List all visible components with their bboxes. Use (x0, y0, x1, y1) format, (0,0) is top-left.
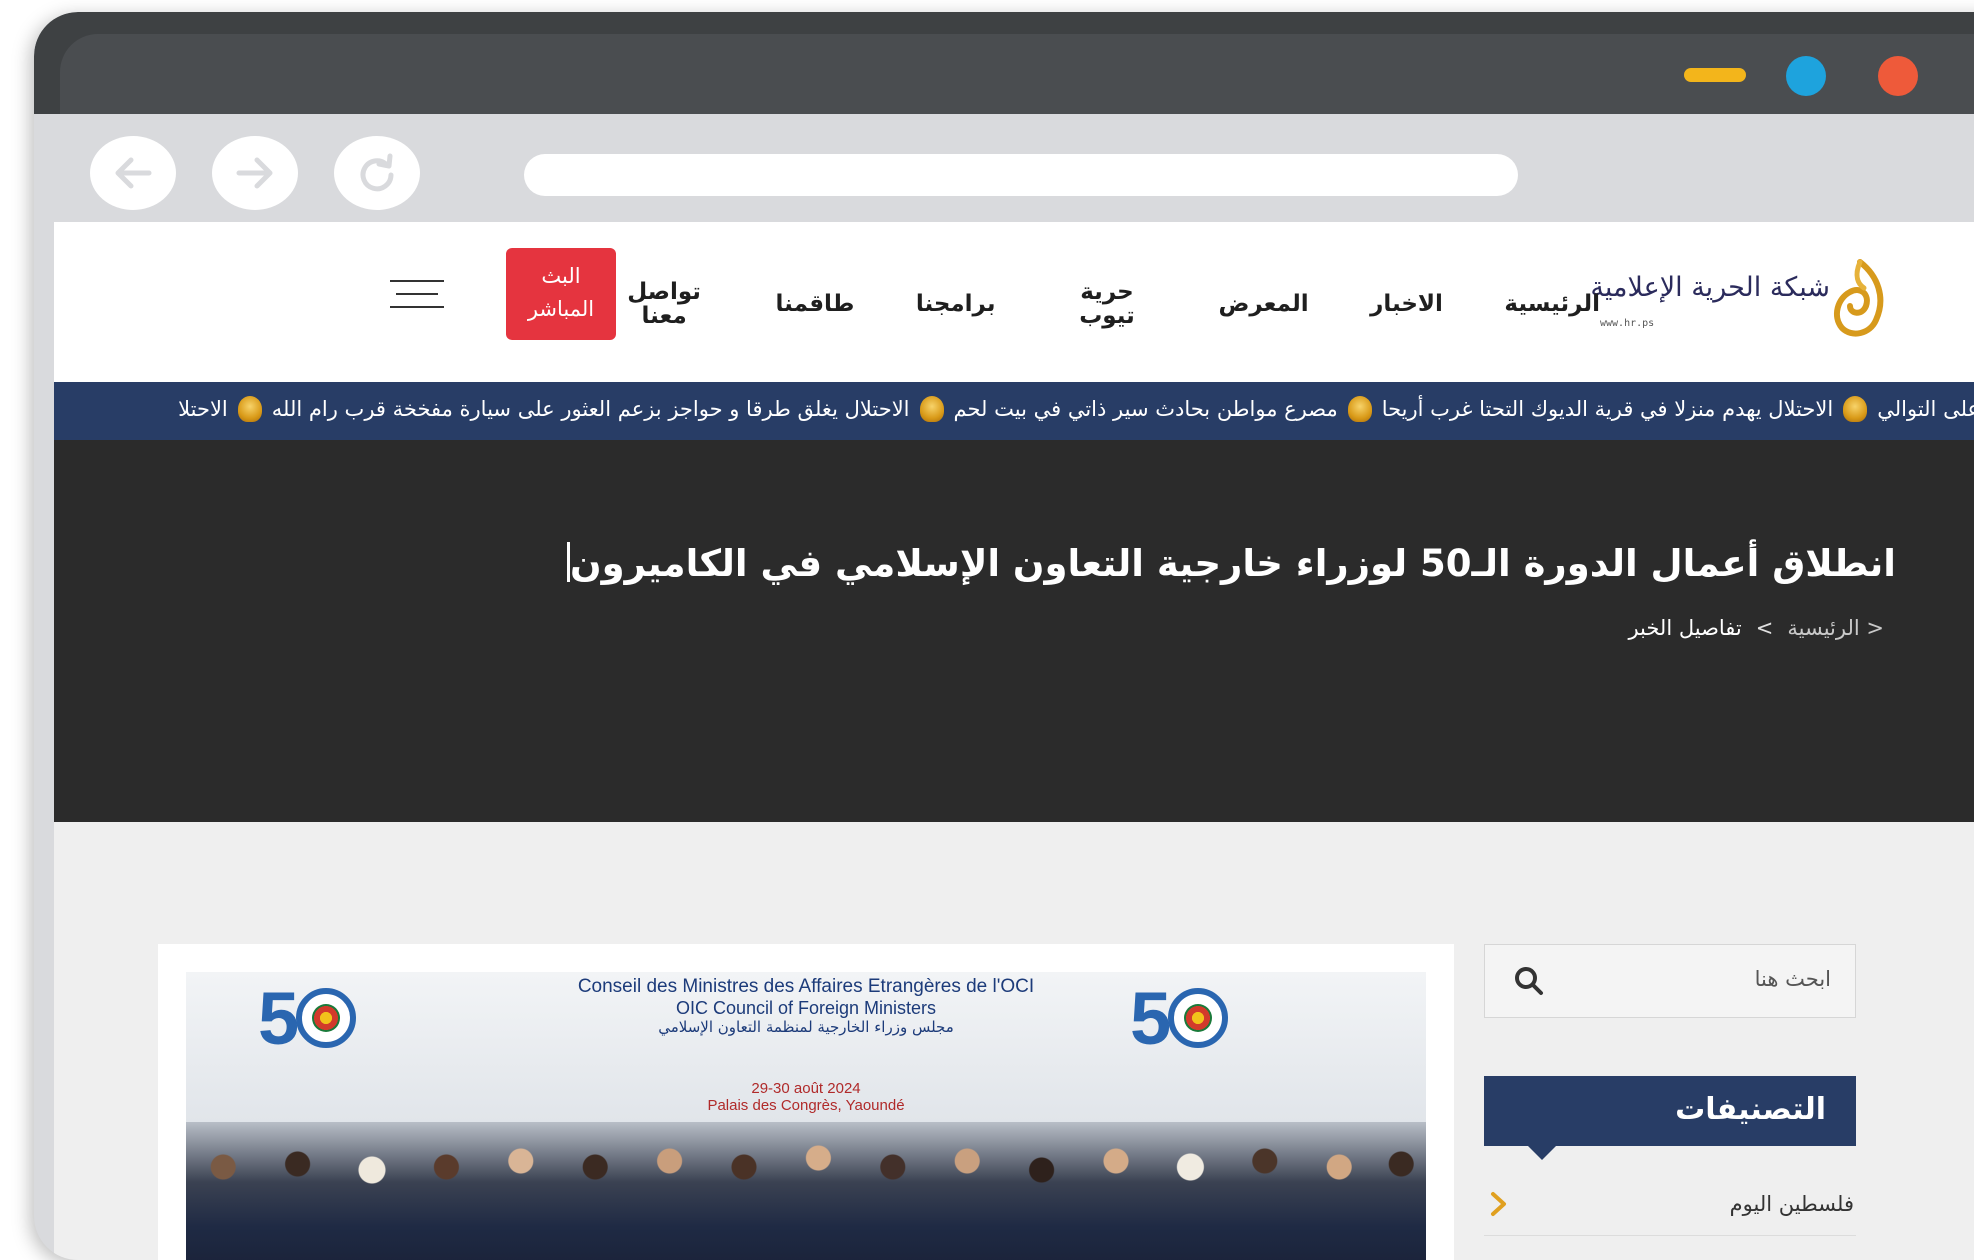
categories-heading: التصنيفات (1484, 1076, 1856, 1146)
nav-item-gallery[interactable]: المعرض (1218, 292, 1308, 316)
maximize-button[interactable] (1786, 56, 1826, 96)
close-button[interactable] (1878, 56, 1918, 96)
reload-icon (360, 153, 394, 192)
logo-bullet-icon (1347, 396, 1372, 422)
site-logo[interactable]: شبكة الحرية الإعلامية www.hr.ps (1590, 258, 1890, 350)
heading-pointer (1528, 1146, 1556, 1160)
nav-item-contact[interactable]: تواصل معنا (614, 280, 714, 328)
ticker-item[interactable]: الاحتلال يهدم منزلا في قرية الديوك التحت… (1382, 396, 1834, 422)
logo-emblem-icon (1833, 259, 1884, 337)
logo-bullet-icon (237, 396, 262, 422)
logo-bullet-icon (1843, 396, 1868, 422)
logo-text: شبكة الحرية الإعلامية (1590, 272, 1830, 303)
logo-url: www.hr.ps (1600, 318, 1655, 329)
article-title: انطلاق أعمال الدورة الـ50 لوزراء خارجية … (566, 542, 1896, 585)
article-photo[interactable]: 5 5 Conseil des Ministres des Affaires E… (186, 972, 1426, 1260)
category-item[interactable]: فلسطين اليوم (1484, 1178, 1856, 1236)
breadcrumb-separator: > (1755, 616, 1774, 640)
logo-bullet-icon (919, 396, 944, 422)
main-nav: الرئيسية الاخبار المعرض حرية تيوب برامجن… (614, 258, 1600, 350)
browser-toolbar (34, 114, 1974, 222)
browser-titlebar (34, 12, 1974, 114)
ticker-item[interactable]: ثالث على التوالي (1877, 396, 1974, 422)
address-bar[interactable] (524, 154, 1518, 196)
news-ticker: ثالث على التوالي الاحتلال يهدم منزلا في … (54, 382, 1974, 440)
browser-window: شبكة الحرية الإعلامية www.hr.ps الرئيسية… (34, 12, 1974, 1260)
reload-button[interactable] (334, 136, 420, 210)
search-box (1484, 944, 1856, 1018)
nav-item-team[interactable]: طاقمنا (776, 292, 855, 316)
group-photo-crowd (186, 1122, 1426, 1260)
banner-arabic-title: مجلس وزراء الخارجية لمنظمة التعاون الإسل… (658, 1018, 954, 1036)
back-button[interactable] (90, 136, 176, 210)
article-hero: انطلاق أعمال الدورة الـ50 لوزراء خارجية … (54, 440, 1974, 822)
ticker-item[interactable]: مصرع مواطن بحادث سير ذاتي في بيت لحم (954, 396, 1338, 422)
search-icon[interactable] (1513, 965, 1545, 997)
breadcrumb-home[interactable]: < الرئيسية (1787, 616, 1884, 640)
live-stream-button[interactable]: البث المباشر (506, 248, 616, 340)
nav-item-programs[interactable]: برامجنا (916, 292, 996, 316)
nav-item-home[interactable]: الرئيسية (1504, 292, 1600, 316)
photo-banner: 5 5 Conseil des Ministres des Affaires E… (186, 972, 1426, 1122)
nav-item-news[interactable]: الاخبار (1370, 292, 1443, 316)
site-header: شبكة الحرية الإعلامية www.hr.ps الرئيسية… (54, 222, 1974, 382)
breadcrumb: < الرئيسية > تفاصيل الخبر (1628, 616, 1884, 640)
search-input[interactable] (1581, 967, 1831, 991)
chevron-right-icon (1491, 1192, 1506, 1216)
minimize-button[interactable] (1684, 68, 1746, 82)
oic-50-logo: 5 (258, 982, 368, 1062)
arrow-left-icon (115, 157, 152, 189)
forward-button[interactable] (212, 136, 298, 210)
ticker-item[interactable]: الاحتلا (178, 396, 228, 422)
category-label: فلسطين اليوم (1729, 1192, 1854, 1216)
banner-english-title: OIC Council of Foreign Ministers (675, 998, 937, 1018)
nav-item-hurriya-tube[interactable]: حرية تيوب (1057, 280, 1157, 328)
banner-date: 29-30 août 2024 Palais des Congrès, Yaou… (707, 1080, 905, 1114)
banner-french-title: Conseil des Ministres des Affaires Etran… (577, 976, 1035, 997)
menu-icon[interactable] (390, 280, 444, 310)
breadcrumb-current: تفاصيل الخبر (1628, 616, 1742, 640)
ticker-item[interactable]: الاحتلال يغلق طرقا و حواجز بزعم العثور ع… (272, 396, 910, 422)
page-viewport: شبكة الحرية الإعلامية www.hr.ps الرئيسية… (54, 222, 1974, 1260)
oic-50-logo: 5 (1130, 982, 1240, 1062)
article-image-card: 5 5 Conseil des Ministres des Affaires E… (158, 944, 1454, 1260)
arrow-right-icon (236, 157, 273, 189)
